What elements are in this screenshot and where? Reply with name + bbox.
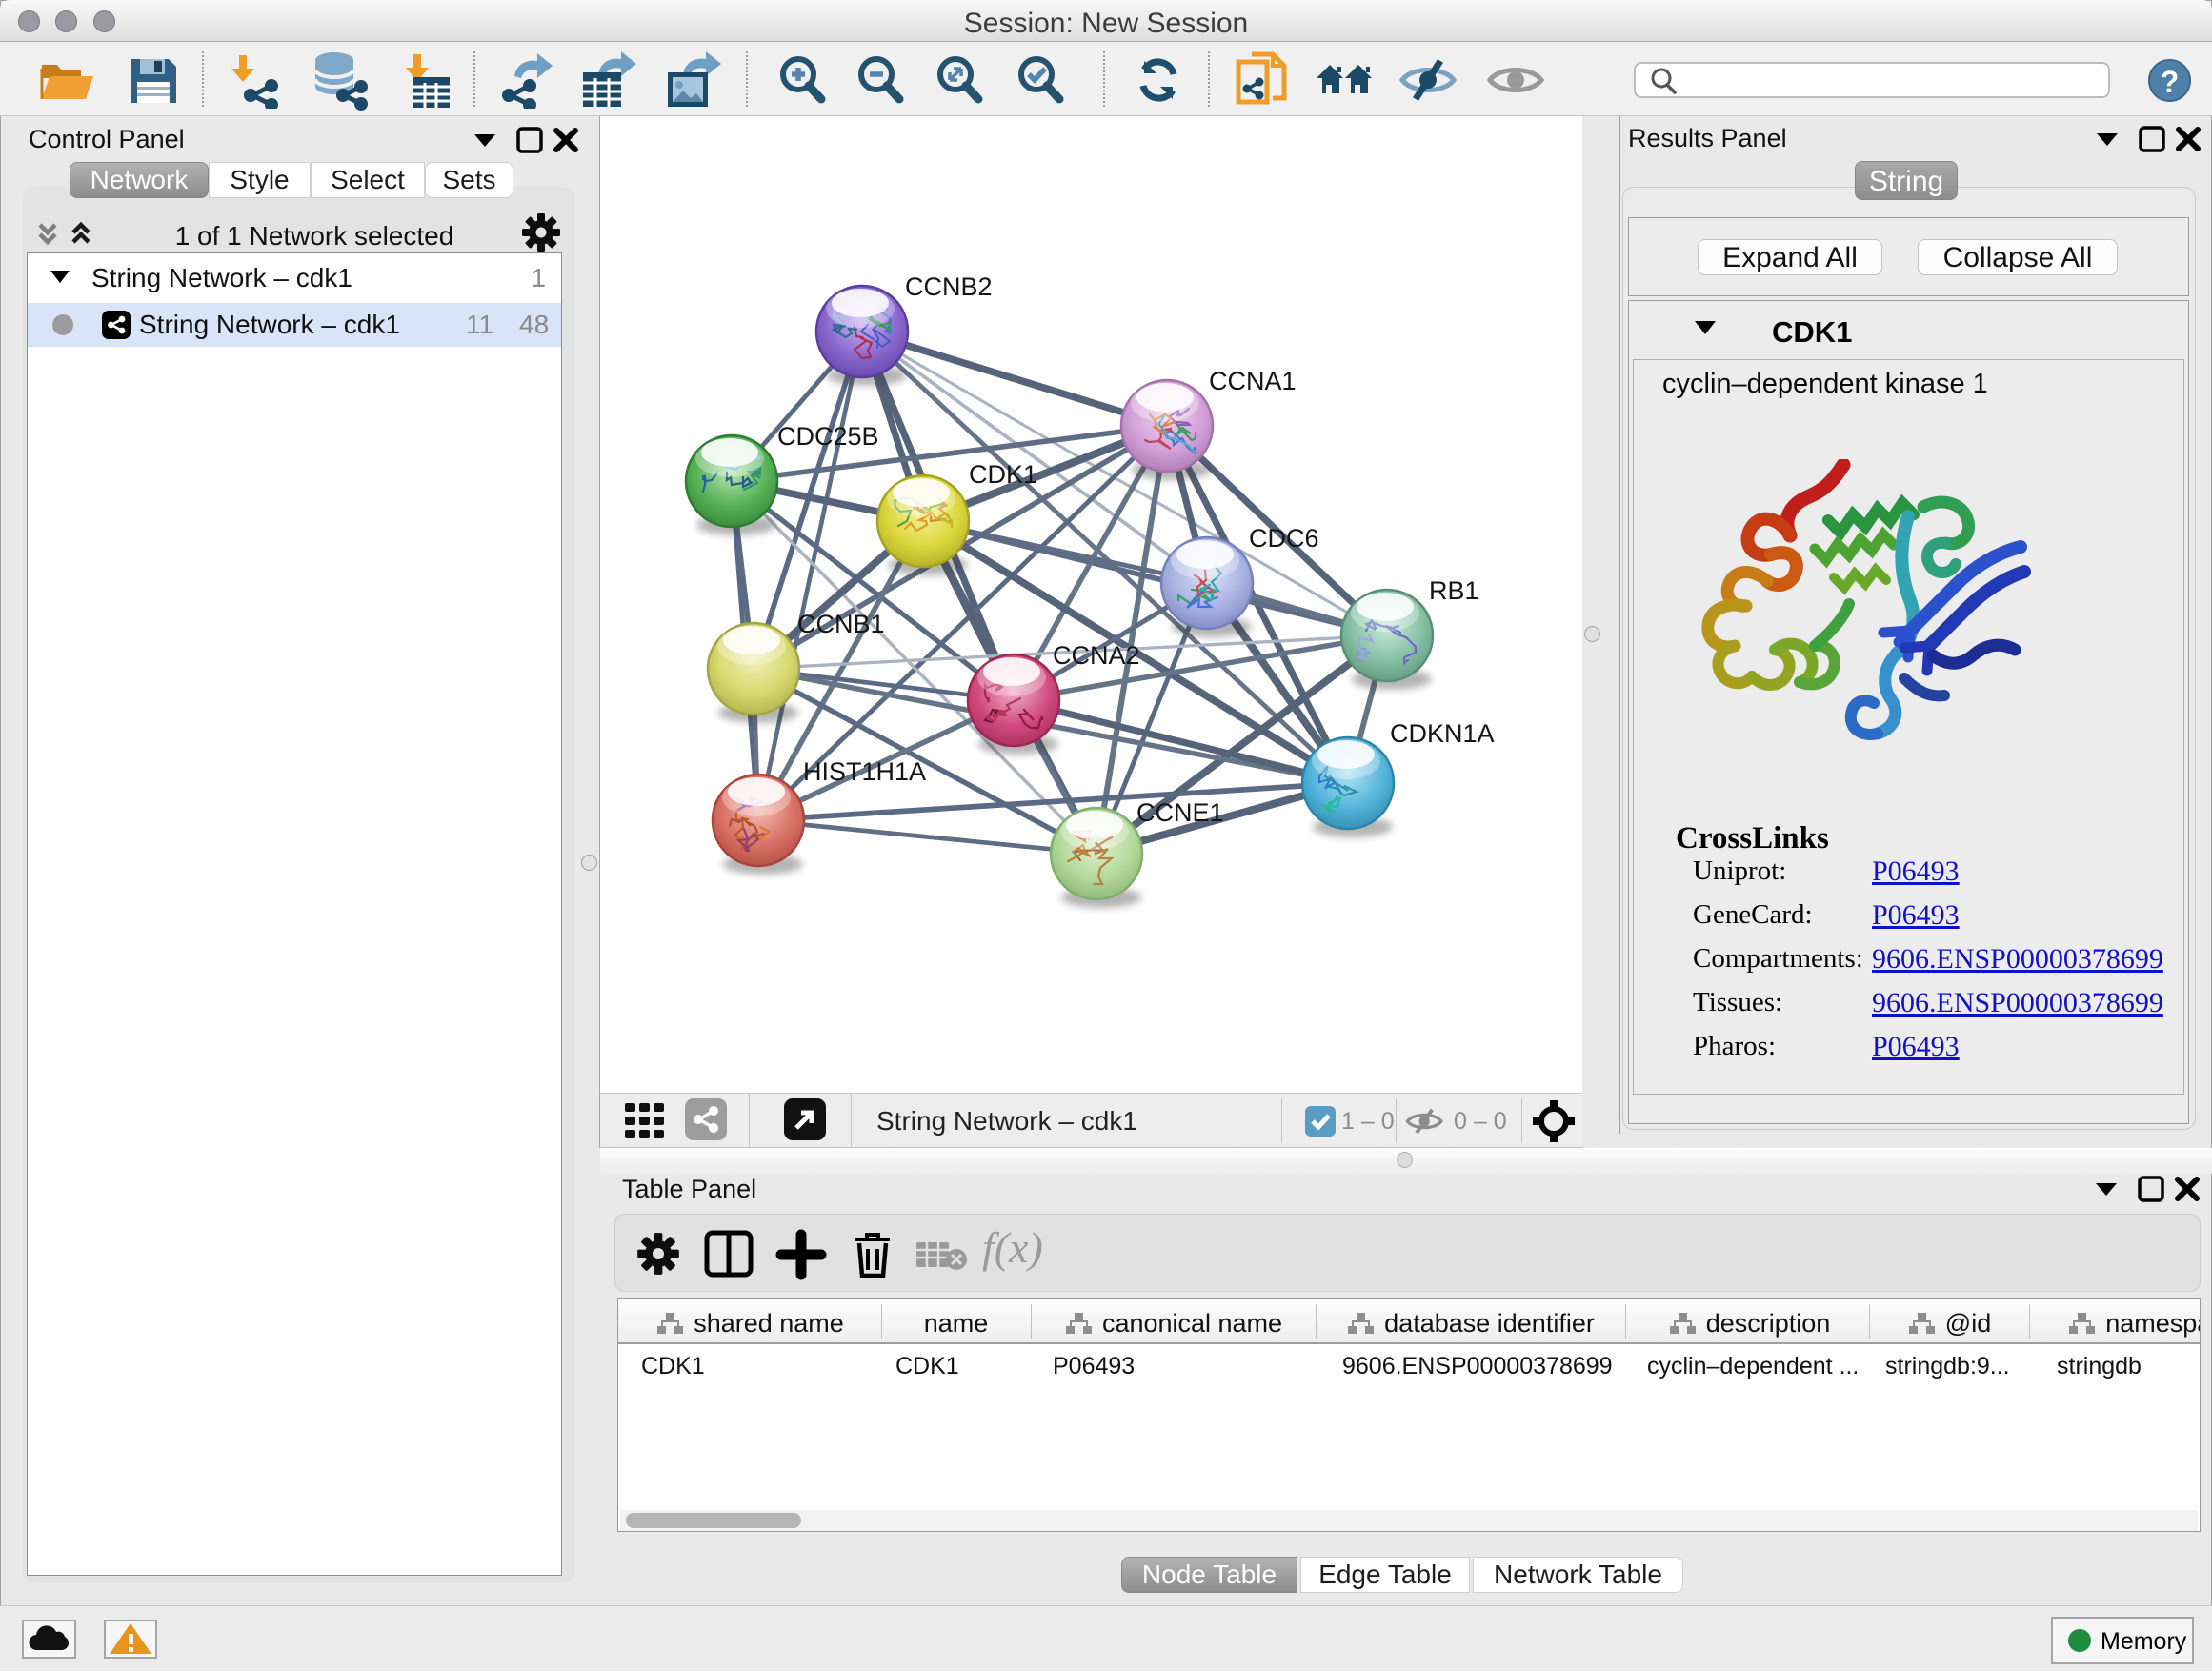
svg-text:CCNA1: CCNA1: [1209, 367, 1297, 395]
svg-text:CCNA2: CCNA2: [1053, 641, 1140, 670]
svg-text:CCNB2: CCNB2: [905, 272, 993, 301]
svg-text:CDC25B: CDC25B: [777, 422, 879, 451]
svg-text:HIST1H1A: HIST1H1A: [803, 757, 926, 786]
svg-text:RB1: RB1: [1429, 576, 1479, 605]
svg-text:CDC6: CDC6: [1249, 524, 1319, 553]
svg-text:CCNE1: CCNE1: [1136, 798, 1224, 827]
svg-text:CDK1: CDK1: [969, 460, 1037, 489]
svg-text:CDKN1A: CDKN1A: [1390, 719, 1495, 748]
svg-text:CCNB1: CCNB1: [797, 610, 885, 638]
